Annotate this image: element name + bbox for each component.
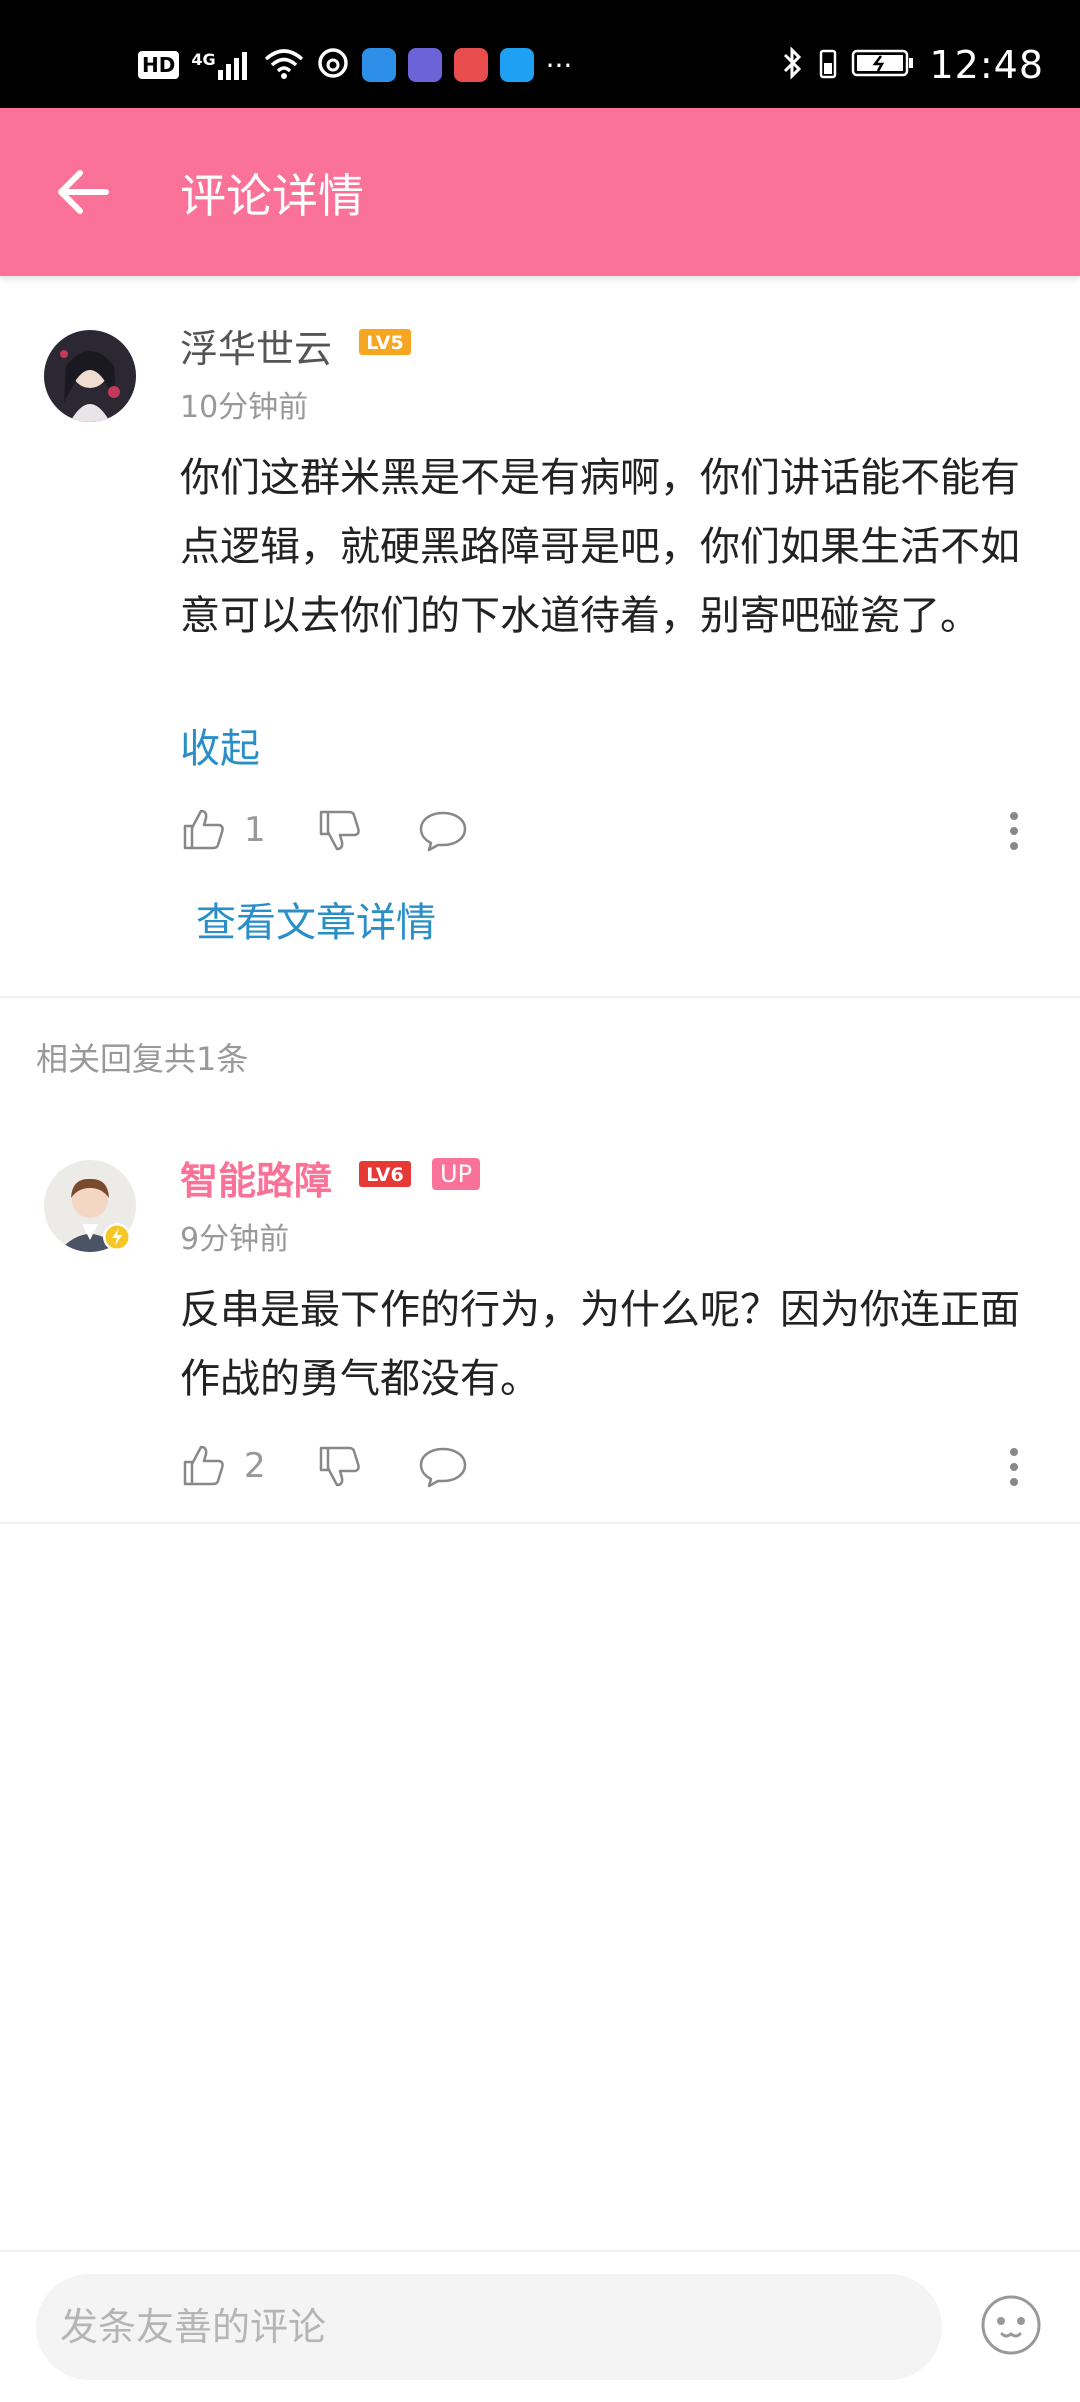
reply-timestamp: 9分钟前 bbox=[180, 1222, 290, 1257]
browser-app-icon bbox=[361, 48, 396, 82]
phone-battery-icon bbox=[819, 47, 837, 83]
comment-input[interactable] bbox=[36, 2274, 942, 2380]
verified-badge-icon bbox=[102, 1222, 132, 1252]
emoji-face-icon bbox=[981, 2295, 1041, 2355]
replies-count-label: 相关回复共1条 bbox=[36, 1040, 249, 1078]
clock: 12:48 bbox=[929, 43, 1044, 87]
reply-level-badge-label: LV6 bbox=[366, 1164, 403, 1186]
back-button[interactable] bbox=[48, 156, 120, 228]
comment-text: 你们这群米黑是不是有病啊，你们讲话能不能有点逻辑，就硬黑路障哥是吧，你们如果生活… bbox=[180, 455, 1020, 639]
more-vertical-icon bbox=[1010, 1448, 1018, 1486]
like-button[interactable]: 1 bbox=[180, 806, 266, 854]
reply-username[interactable]: 智能路障 bbox=[180, 1150, 332, 1205]
thumb-down-icon bbox=[319, 810, 360, 851]
emoji-button[interactable] bbox=[980, 2294, 1042, 2356]
reply-text: 反串是最下作的行为，为什么呢？因为你连正面作战的勇气都没有。 bbox=[180, 1287, 1020, 1402]
title-bar: 评论详情 bbox=[0, 108, 1080, 276]
collapse-link[interactable]: 收起 bbox=[180, 716, 260, 774]
thumb-up-icon bbox=[183, 1445, 224, 1486]
up-badge: UP bbox=[432, 1158, 481, 1190]
reply-divider bbox=[0, 1522, 1080, 1524]
status-bar: HD 4G ··· 12:48 bbox=[0, 0, 1080, 108]
reader-app-icon bbox=[453, 48, 488, 82]
like-count: 1 bbox=[244, 810, 266, 850]
comment-compose-bar bbox=[0, 2250, 1080, 2402]
netease-music-icon bbox=[316, 46, 350, 84]
status-icons-left: HD 4G ··· bbox=[138, 40, 572, 90]
music-app-icon bbox=[407, 48, 442, 82]
level-badge-label: LV5 bbox=[366, 332, 403, 354]
section-divider bbox=[0, 996, 1080, 998]
reply-dislike-button[interactable] bbox=[316, 1442, 364, 1490]
reply-button[interactable] bbox=[418, 808, 468, 854]
comment-timestamp: 10分钟前 bbox=[180, 390, 309, 425]
thumb-up-icon bbox=[183, 809, 224, 850]
arrow-left-icon bbox=[58, 170, 109, 214]
reply-like-button[interactable]: 2 bbox=[180, 1442, 266, 1490]
tips-app-icon bbox=[499, 48, 534, 82]
signal-icon: 4G bbox=[191, 50, 251, 80]
view-article-link[interactable]: 查看文章详情 bbox=[196, 890, 436, 948]
hd-badge: HD bbox=[138, 51, 180, 79]
avatar[interactable] bbox=[44, 330, 136, 422]
more-vertical-icon bbox=[1010, 812, 1018, 850]
page-title: 评论详情 bbox=[180, 169, 364, 223]
reply-more-options-button[interactable] bbox=[996, 1444, 1032, 1490]
bluetooth-icon bbox=[781, 45, 805, 85]
reply-like-count: 2 bbox=[244, 1446, 266, 1486]
more-notifications-icon: ··· bbox=[545, 48, 573, 82]
dislike-button[interactable] bbox=[316, 806, 364, 854]
reply-level-badge: LV6 bbox=[358, 1160, 412, 1188]
thumb-down-icon bbox=[319, 1446, 360, 1487]
comment-username[interactable]: 浮华世云 bbox=[180, 318, 332, 373]
status-icons-right: 12:48 bbox=[781, 40, 1044, 90]
speech-bubble-icon bbox=[419, 811, 467, 852]
more-options-button[interactable] bbox=[996, 808, 1032, 854]
network-type-label: 4G bbox=[191, 50, 216, 69]
speech-bubble-icon bbox=[419, 1447, 467, 1488]
level-badge: LV5 bbox=[358, 328, 412, 356]
battery-icon bbox=[851, 48, 915, 82]
reply-reply-button[interactable] bbox=[418, 1444, 468, 1490]
wifi-icon bbox=[264, 47, 304, 83]
